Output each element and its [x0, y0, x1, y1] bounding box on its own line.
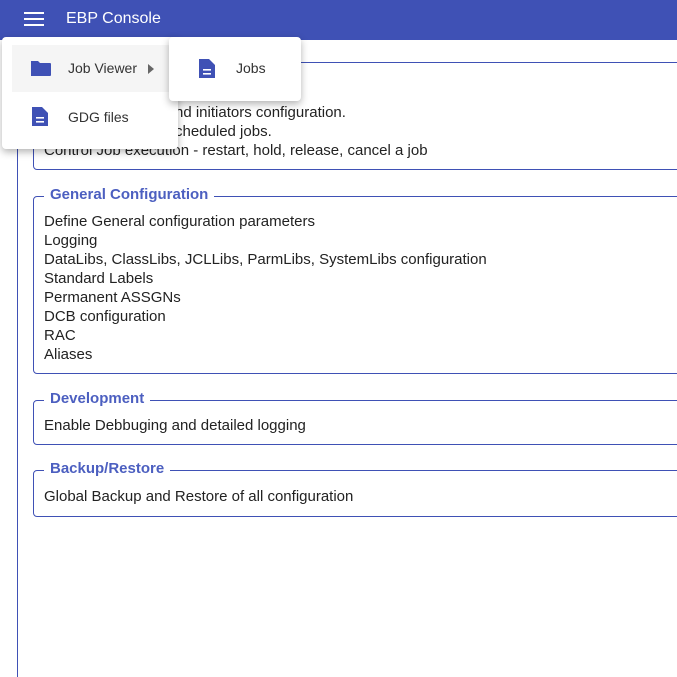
section-line: Permanent ASSGNs — [44, 289, 181, 306]
section-line: Logging — [44, 232, 98, 249]
section-legend: Development — [44, 390, 151, 407]
menu-item-label: GDG files — [68, 109, 129, 125]
menu-item-label: Job Viewer — [68, 60, 138, 76]
chevron-right-icon — [148, 64, 154, 74]
app-bar: EBP Console — [0, 0, 677, 40]
menu-item-label: Jobs — [236, 60, 266, 76]
section-legend: Backup/Restore — [44, 460, 171, 477]
section-line: cheduled jobs. — [175, 123, 272, 140]
section-line: Global Backup and Restore of all configu… — [44, 488, 354, 505]
section-general-configuration: General Configuration Define General con… — [33, 186, 677, 374]
file-icon — [32, 107, 48, 126]
section-line: Aliases — [44, 346, 93, 363]
section-line: nd initiators configuration. — [175, 104, 346, 121]
section-line: Standard Labels — [44, 270, 154, 287]
section-development: Development Enable Debbuging and detaile… — [33, 390, 677, 445]
menu-item-jobs[interactable]: Jobs — [169, 45, 301, 92]
menu-item-gdg-files[interactable]: GDG files — [12, 93, 178, 140]
section-line: Enable Debbuging and detailed logging — [44, 417, 306, 434]
section-line: RAC — [44, 327, 76, 344]
section-line: DCB configuration — [44, 308, 166, 325]
menu-item-job-viewer[interactable]: Job Viewer — [12, 45, 178, 92]
navigation-menu: Job Viewer GDG files — [2, 37, 178, 149]
file-icon — [199, 59, 215, 78]
section-line: DataLibs, ClassLibs, JCLLibs, ParmLibs, … — [44, 251, 487, 268]
menu-icon[interactable] — [24, 12, 44, 28]
app-title: EBP Console — [66, 10, 161, 27]
section-legend: General Configuration — [44, 186, 215, 203]
section-backup-restore: Backup/Restore Global Backup and Restore… — [33, 460, 677, 517]
job-viewer-submenu: Jobs — [169, 37, 301, 101]
folder-icon — [31, 61, 51, 76]
section-line: Define General configuration parameters — [44, 213, 315, 230]
